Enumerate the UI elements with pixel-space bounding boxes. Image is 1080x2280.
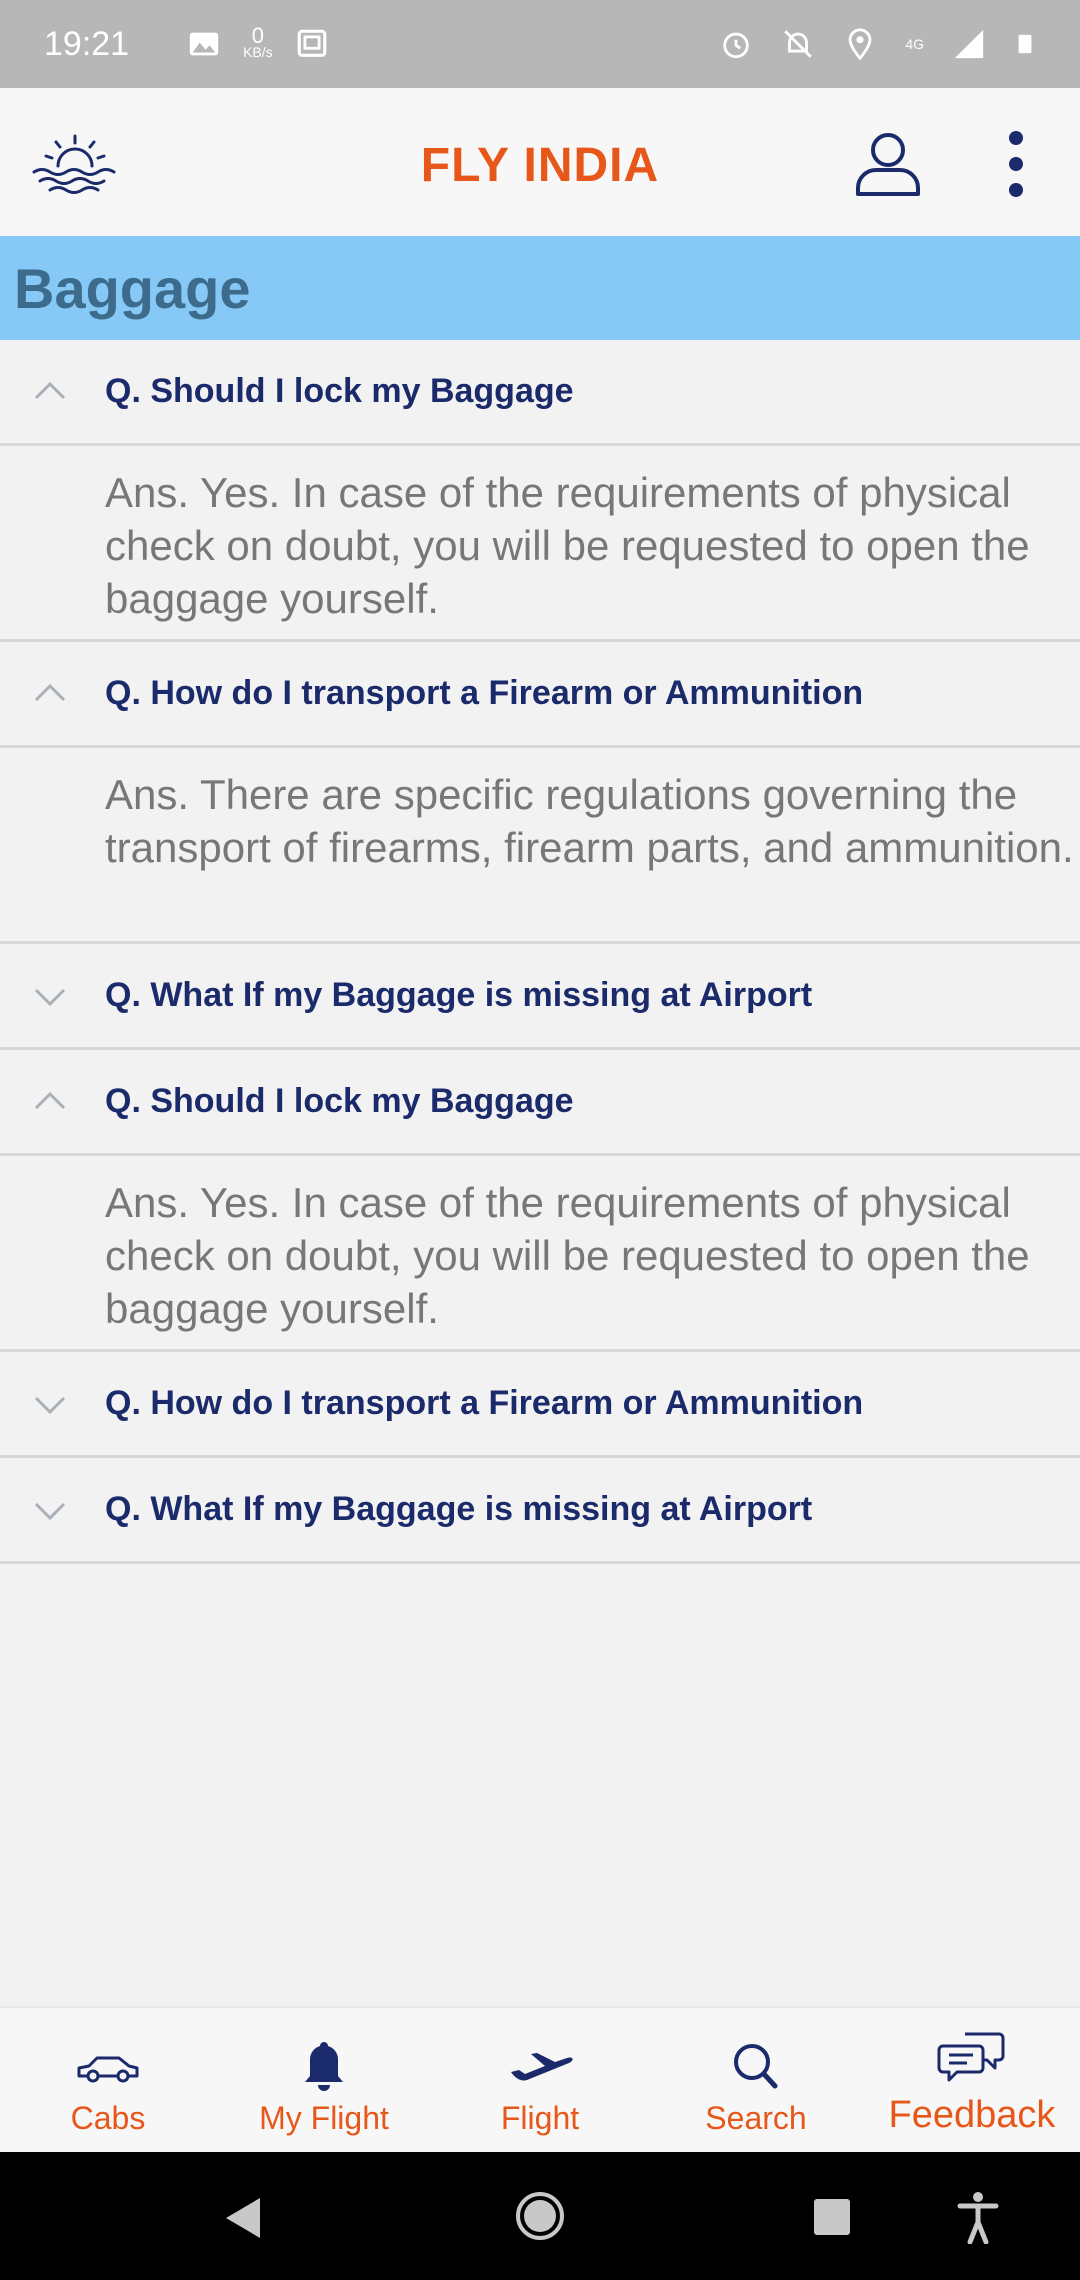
bell-icon: [305, 2042, 343, 2091]
alarm-icon: [723, 32, 750, 59]
nav-feedback[interactable]: Feedback: [864, 2008, 1080, 2152]
faq-question: Q. What If my Baggage is missing at Airp…: [105, 1490, 813, 1528]
faq-question: Q. Should I lock my Baggage: [105, 372, 574, 410]
status-time: 19:21: [44, 24, 130, 63]
airplane-icon: [511, 2053, 573, 2081]
faq-answer-text: Ans. Yes. In case of the requirements of…: [105, 469, 1030, 622]
faq-answer-text: Ans. Yes. In case of the requirements of…: [105, 1179, 1030, 1332]
accessibility-icon[interactable]: [956, 2190, 1000, 2244]
nav-my-flight[interactable]: My Flight: [216, 2008, 432, 2152]
faq-question-row[interactable]: Q. Should I lock my Baggage: [0, 1050, 1080, 1156]
nav-flight[interactable]: Flight: [432, 2008, 648, 2152]
net-speed-unit: KB/s: [243, 44, 273, 60]
car-icon: [77, 2056, 139, 2083]
location-icon: [848, 28, 872, 61]
faq-question: Q. How do I transport a Firearm or Ammun…: [105, 1384, 864, 1422]
faq-question: Q. What If my Baggage is missing at Airp…: [105, 976, 813, 1014]
chevron-up-icon[interactable]: [30, 674, 70, 714]
chevron-down-icon[interactable]: [30, 1490, 70, 1530]
section-title: Baggage: [14, 256, 251, 320]
chevron-up-icon[interactable]: [30, 1082, 70, 1122]
faq-answer: Ans. Yes. In case of the requirements of…: [0, 446, 1080, 642]
section-header: Baggage: [0, 236, 1080, 340]
chevron-down-icon[interactable]: [30, 1384, 70, 1424]
nav-label: My Flight: [259, 2100, 389, 2136]
nav-label: Cabs: [70, 2100, 146, 2136]
nav-search[interactable]: Search: [648, 2008, 864, 2152]
image-icon: [189, 32, 219, 56]
faq-question-row[interactable]: Q. What If my Baggage is missing at Airp…: [0, 1458, 1080, 1564]
bottom-nav: Cabs My Flight Flight Search Feedback: [0, 2006, 1080, 2152]
home-icon[interactable]: [514, 2190, 566, 2242]
faq-question-row[interactable]: Q. How do I transport a Firearm or Ammun…: [0, 1352, 1080, 1458]
faq-question-row[interactable]: Q. How do I transport a Firearm or Ammun…: [0, 642, 1080, 748]
faq-question: Q. How do I transport a Firearm or Ammun…: [105, 674, 864, 712]
recents-icon[interactable]: [812, 2197, 852, 2237]
status-bar: 19:21 0 KB/s 4G: [0, 0, 1080, 88]
more-vert-icon[interactable]: [996, 128, 1036, 204]
back-icon[interactable]: [222, 2196, 262, 2240]
faq-question-row[interactable]: Q. Should I lock my Baggage: [0, 340, 1080, 446]
faq-answer: Ans. There are specific regulations gove…: [0, 748, 1080, 944]
vault-icon: [297, 29, 326, 57]
nav-label: Search: [705, 2100, 807, 2136]
search-icon: [734, 2044, 778, 2089]
chevron-down-icon[interactable]: [30, 976, 70, 1016]
faq-answer-text: Ans. There are specific regulations gove…: [105, 771, 1074, 871]
faq-answer: Ans. Yes. In case of the requirements of…: [0, 1156, 1080, 1352]
mute-icon: [784, 30, 813, 58]
system-nav-bar: [0, 2152, 1080, 2280]
feedback-icon: [937, 2032, 1005, 2082]
profile-icon[interactable]: [852, 128, 924, 200]
net-speed-value: 0: [251, 23, 264, 48]
battery-icon: [1018, 34, 1032, 54]
faq-list: Q. Should I lock my Baggage Ans. Yes. In…: [0, 340, 1080, 1564]
nav-label: Feedback: [888, 2094, 1056, 2136]
network-type: 4G: [905, 36, 924, 52]
faq-question-row[interactable]: Q. What If my Baggage is missing at Airp…: [0, 944, 1080, 1050]
net-speed: 0 KB/s: [243, 23, 273, 61]
faq-question: Q. Should I lock my Baggage: [105, 1082, 574, 1120]
signal-icon: [954, 29, 984, 59]
chevron-up-icon[interactable]: [30, 372, 70, 412]
nav-cabs[interactable]: Cabs: [0, 2008, 216, 2152]
app-bar: FLY INDIA: [0, 88, 1080, 236]
nav-label: Flight: [500, 2100, 580, 2136]
